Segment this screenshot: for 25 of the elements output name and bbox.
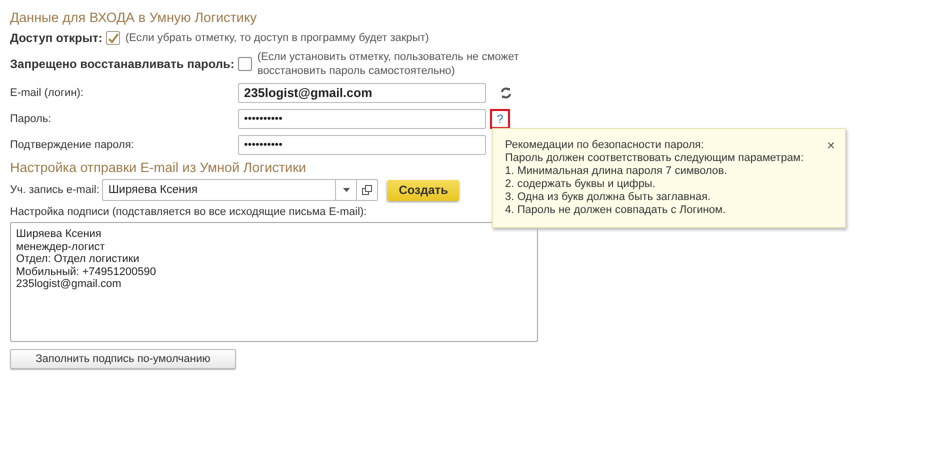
account-label: Уч. запись e-mail: [10, 184, 100, 196]
email-field[interactable]: 235logist@gmail.com [238, 83, 486, 103]
tooltip-text: Рекомедации по безопасности пароля: Пароль должен соответствовать следующим параметрам: 1. Минимальная длина пароля 7 символов. 2. содержать буквы и цифры. 3. Одна из букв должна быть заглавная. 4. Пароль не должен совпадать с Логином. [505, 139, 804, 217]
checkbox[interactable] [106, 31, 120, 45]
signature-label: Настройка подписи (подставляется во все исходящие письма E-mail): [10, 206, 367, 218]
field-label: Пароль: [10, 113, 52, 125]
password-field[interactable]: •••••••••• [238, 135, 486, 155]
access-note: (Если убрать отметку, то доступ в программу будет закрыт) [125, 31, 429, 45]
open-icon[interactable] [362, 185, 372, 195]
signature-field[interactable]: Ширяева Ксения менеждер-логист Отдел: Отдел логистики Мобильный: +74951200590 235logist@gmail.com [10, 222, 538, 342]
dropdown-icon[interactable] [342, 188, 350, 192]
password-field[interactable]: •••••••••• [238, 109, 486, 129]
field-label: E-mail (логин): [10, 87, 84, 99]
checkbox[interactable] [238, 57, 252, 71]
restore-note: (Если установить отметку, пользователь не сможет восстановить пароль самостоятельно) [257, 50, 520, 78]
create-button[interactable]: Создать [387, 180, 460, 200]
access-label: Доступ открыт: [10, 31, 102, 45]
section-title: Данные для ВХОДА в Умную Логистику [10, 9, 257, 27]
section-title: Настройка отправки E-mail из Умной Логистики [10, 159, 306, 177]
refresh-icon[interactable] [500, 87, 512, 99]
account-combo[interactable]: Ширяева Ксения [102, 179, 378, 201]
fill-signature-button[interactable]: Заполнить подпись по-умолчанию [10, 349, 236, 369]
restore-label: Запрещено восстанавливать пароль: [10, 57, 234, 71]
field-label: Подтверждение пароля: [10, 139, 135, 151]
close-icon[interactable]: × [826, 139, 835, 217]
